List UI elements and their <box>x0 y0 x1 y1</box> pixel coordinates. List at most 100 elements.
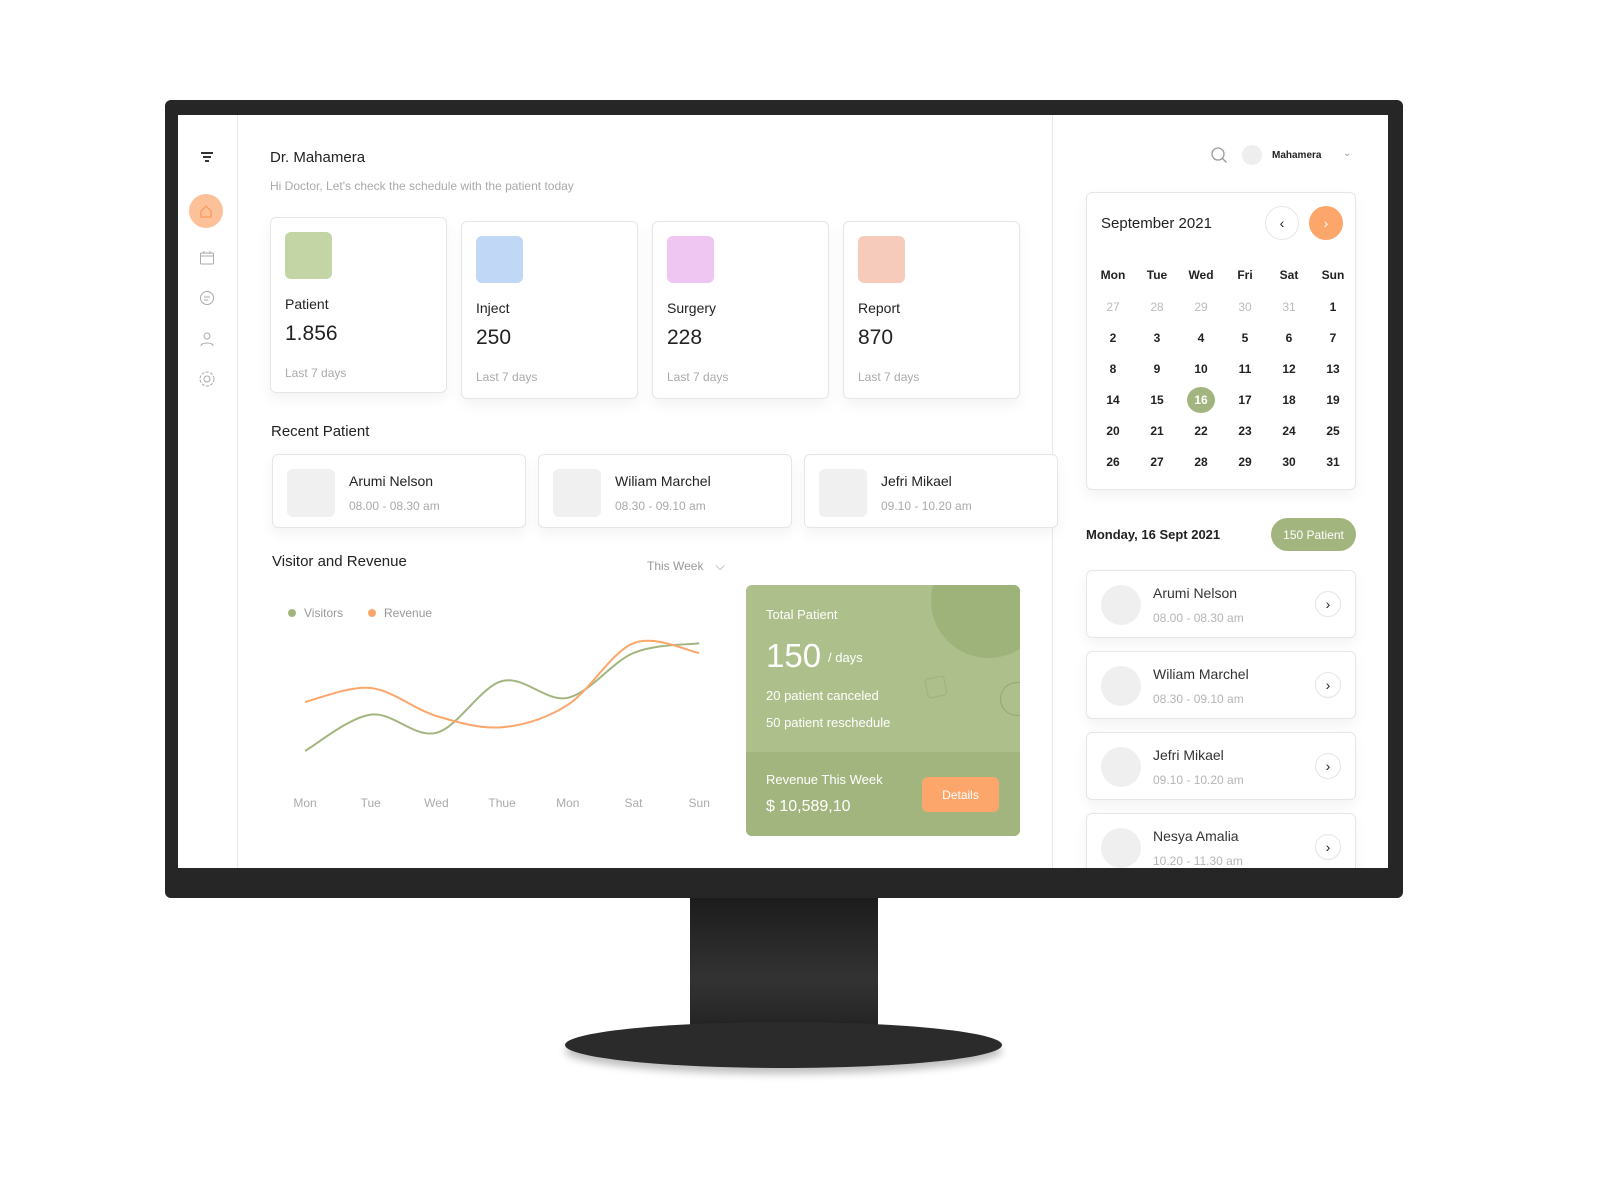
calendar-day[interactable]: 14 <box>1091 384 1135 415</box>
calendar-day[interactable]: 11 <box>1223 353 1267 384</box>
stat-card-report[interactable]: Report 870 Last 7 days <box>843 221 1020 399</box>
calendar-day[interactable]: 24 <box>1267 415 1311 446</box>
recent-patient-card[interactable]: Arumi Nelson 08.00 - 08.30 am <box>272 454 526 528</box>
patient-time: 08.00 - 08.30 am <box>1153 611 1244 625</box>
calendar-day[interactable]: 6 <box>1267 322 1311 353</box>
calendar-day[interactable]: 15 <box>1135 384 1179 415</box>
prev-month-button[interactable]: ‹ <box>1265 206 1299 240</box>
calendar-day[interactable]: 12 <box>1267 353 1311 384</box>
next-month-button[interactable]: › <box>1309 206 1343 240</box>
appointment-item[interactable]: Nesya Amalia 10.20 - 11.30 am › <box>1086 813 1356 868</box>
calendar-day[interactable]: 22 <box>1179 415 1223 446</box>
recent-patient-card[interactable]: Wiliam Marchel 08.30 - 09.10 am <box>538 454 792 528</box>
calendar-day[interactable]: 8 <box>1091 353 1135 384</box>
calendar-day[interactable]: 9 <box>1135 353 1179 384</box>
day-number: 7 <box>1329 330 1337 345</box>
calendar-day[interactable]: 30 <box>1223 291 1267 322</box>
calendar-day[interactable]: 26 <box>1091 446 1135 477</box>
recent-patient-card[interactable]: Jefri Mikael 09.10 - 10.20 am <box>804 454 1058 528</box>
menu-icon[interactable] <box>196 146 218 168</box>
patient-avatar <box>287 469 335 517</box>
search-icon[interactable] <box>1210 146 1228 169</box>
stat-card-patient[interactable]: Patient 1.856 Last 7 days <box>270 217 447 393</box>
patient-time: 08.30 - 09.10 am <box>1153 692 1244 706</box>
stat-period: Last 7 days <box>667 370 729 384</box>
stat-label: Patient <box>285 296 329 312</box>
x-tick-label: Sat <box>624 796 643 810</box>
calendar-day[interactable]: 29 <box>1223 446 1267 477</box>
calendar-day[interactable]: 27 <box>1135 446 1179 477</box>
chevron-down-icon: ⌵ <box>715 559 725 573</box>
day-number: 29 <box>1194 299 1208 314</box>
reschedule-count: 50 patient reschedule <box>766 715 891 730</box>
dashboard-screen: Dr. Mahamera Hi Doctor, Let's check the … <box>178 115 1388 868</box>
calendar-day[interactable]: 19 <box>1311 384 1355 415</box>
appointment-item[interactable]: Wiliam Marchel 08.30 - 09.10 am › <box>1086 651 1356 719</box>
chevron-right-icon[interactable]: › <box>1315 834 1341 860</box>
calendar-day[interactable]: 10 <box>1179 353 1223 384</box>
calendar-day[interactable]: 5 <box>1223 322 1267 353</box>
appointment-item[interactable]: Arumi Nelson 08.00 - 08.30 am › <box>1086 570 1356 638</box>
day-number: 21 <box>1150 423 1164 438</box>
patient-name: Jefri Mikael <box>1153 747 1224 763</box>
calendar-day[interactable]: 17 <box>1223 384 1267 415</box>
day-number: 28 <box>1150 299 1164 314</box>
period-dropdown[interactable]: This Week ⌵ <box>647 559 725 574</box>
calendar-day[interactable]: 31 <box>1267 291 1311 322</box>
calendar-day[interactable]: 2 <box>1091 322 1135 353</box>
settings-icon[interactable] <box>196 368 218 390</box>
chat-icon[interactable] <box>196 287 218 309</box>
calendar-day[interactable]: 18 <box>1267 384 1311 415</box>
chevron-right-icon[interactable]: › <box>1315 753 1341 779</box>
patient-name: Arumi Nelson <box>1153 585 1238 601</box>
day-number: 2 <box>1109 330 1117 345</box>
calendar-day[interactable]: 23 <box>1223 415 1267 446</box>
calendar-day[interactable]: 28 <box>1135 291 1179 322</box>
legend-marker <box>288 609 296 617</box>
calendar-day[interactable]: 28 <box>1179 446 1223 477</box>
patient-name: Wiliam Marchel <box>1153 666 1249 682</box>
stat-value: 1.856 <box>285 322 338 345</box>
x-tick-label: Tue <box>361 796 382 810</box>
calendar-day[interactable]: 25 <box>1311 415 1355 446</box>
day-number: 17 <box>1238 392 1252 407</box>
day-number: 16 <box>1187 386 1215 413</box>
chevron-right-icon[interactable]: › <box>1315 672 1341 698</box>
calendar-icon[interactable] <box>196 247 218 269</box>
details-button[interactable]: Details <box>922 777 999 812</box>
calendar-day[interactable]: 29 <box>1179 291 1223 322</box>
day-number: 4 <box>1197 330 1205 345</box>
stat-card-inject[interactable]: Inject 250 Last 7 days <box>461 221 638 399</box>
appointment-item[interactable]: Jefri Mikael 09.10 - 10.20 am › <box>1086 732 1356 800</box>
user-icon[interactable] <box>196 328 218 350</box>
avatar[interactable] <box>1242 145 1262 165</box>
chevron-right-icon[interactable]: › <box>1315 591 1341 617</box>
weekday-label: Tue <box>1146 268 1168 282</box>
day-number: 14 <box>1106 392 1120 407</box>
weekday-label: Wed <box>1188 268 1214 282</box>
calendar-day[interactable]: 7 <box>1311 322 1355 353</box>
home-icon[interactable] <box>189 194 223 228</box>
chevron-down-icon[interactable]: ⌄ <box>1343 148 1351 159</box>
series-line-visitors <box>304 642 700 752</box>
day-number: 11 <box>1238 361 1252 376</box>
day-number: 12 <box>1282 361 1296 376</box>
user-name[interactable]: Mahamera <box>1272 150 1321 161</box>
day-number: 15 <box>1150 392 1164 407</box>
stat-period: Last 7 days <box>285 366 347 380</box>
patient-name: Wiliam Marchel <box>615 473 711 489</box>
calendar-day[interactable]: 30 <box>1267 446 1311 477</box>
calendar-day[interactable]: 4 <box>1179 322 1223 353</box>
x-tick-label: Thue <box>488 796 516 810</box>
patient-time: 09.10 - 10.20 am <box>1153 773 1244 787</box>
calendar-day[interactable]: 20 <box>1091 415 1135 446</box>
calendar-day[interactable]: 3 <box>1135 322 1179 353</box>
calendar-day[interactable]: 21 <box>1135 415 1179 446</box>
calendar-day[interactable]: 27 <box>1091 291 1135 322</box>
patient-name: Arumi Nelson <box>349 473 434 489</box>
calendar-day[interactable]: 13 <box>1311 353 1355 384</box>
calendar-day[interactable]: 16 <box>1179 384 1223 415</box>
stat-card-surgery[interactable]: Surgery 228 Last 7 days <box>652 221 829 399</box>
calendar-day[interactable]: 31 <box>1311 446 1355 477</box>
calendar-day[interactable]: 1 <box>1311 291 1355 322</box>
